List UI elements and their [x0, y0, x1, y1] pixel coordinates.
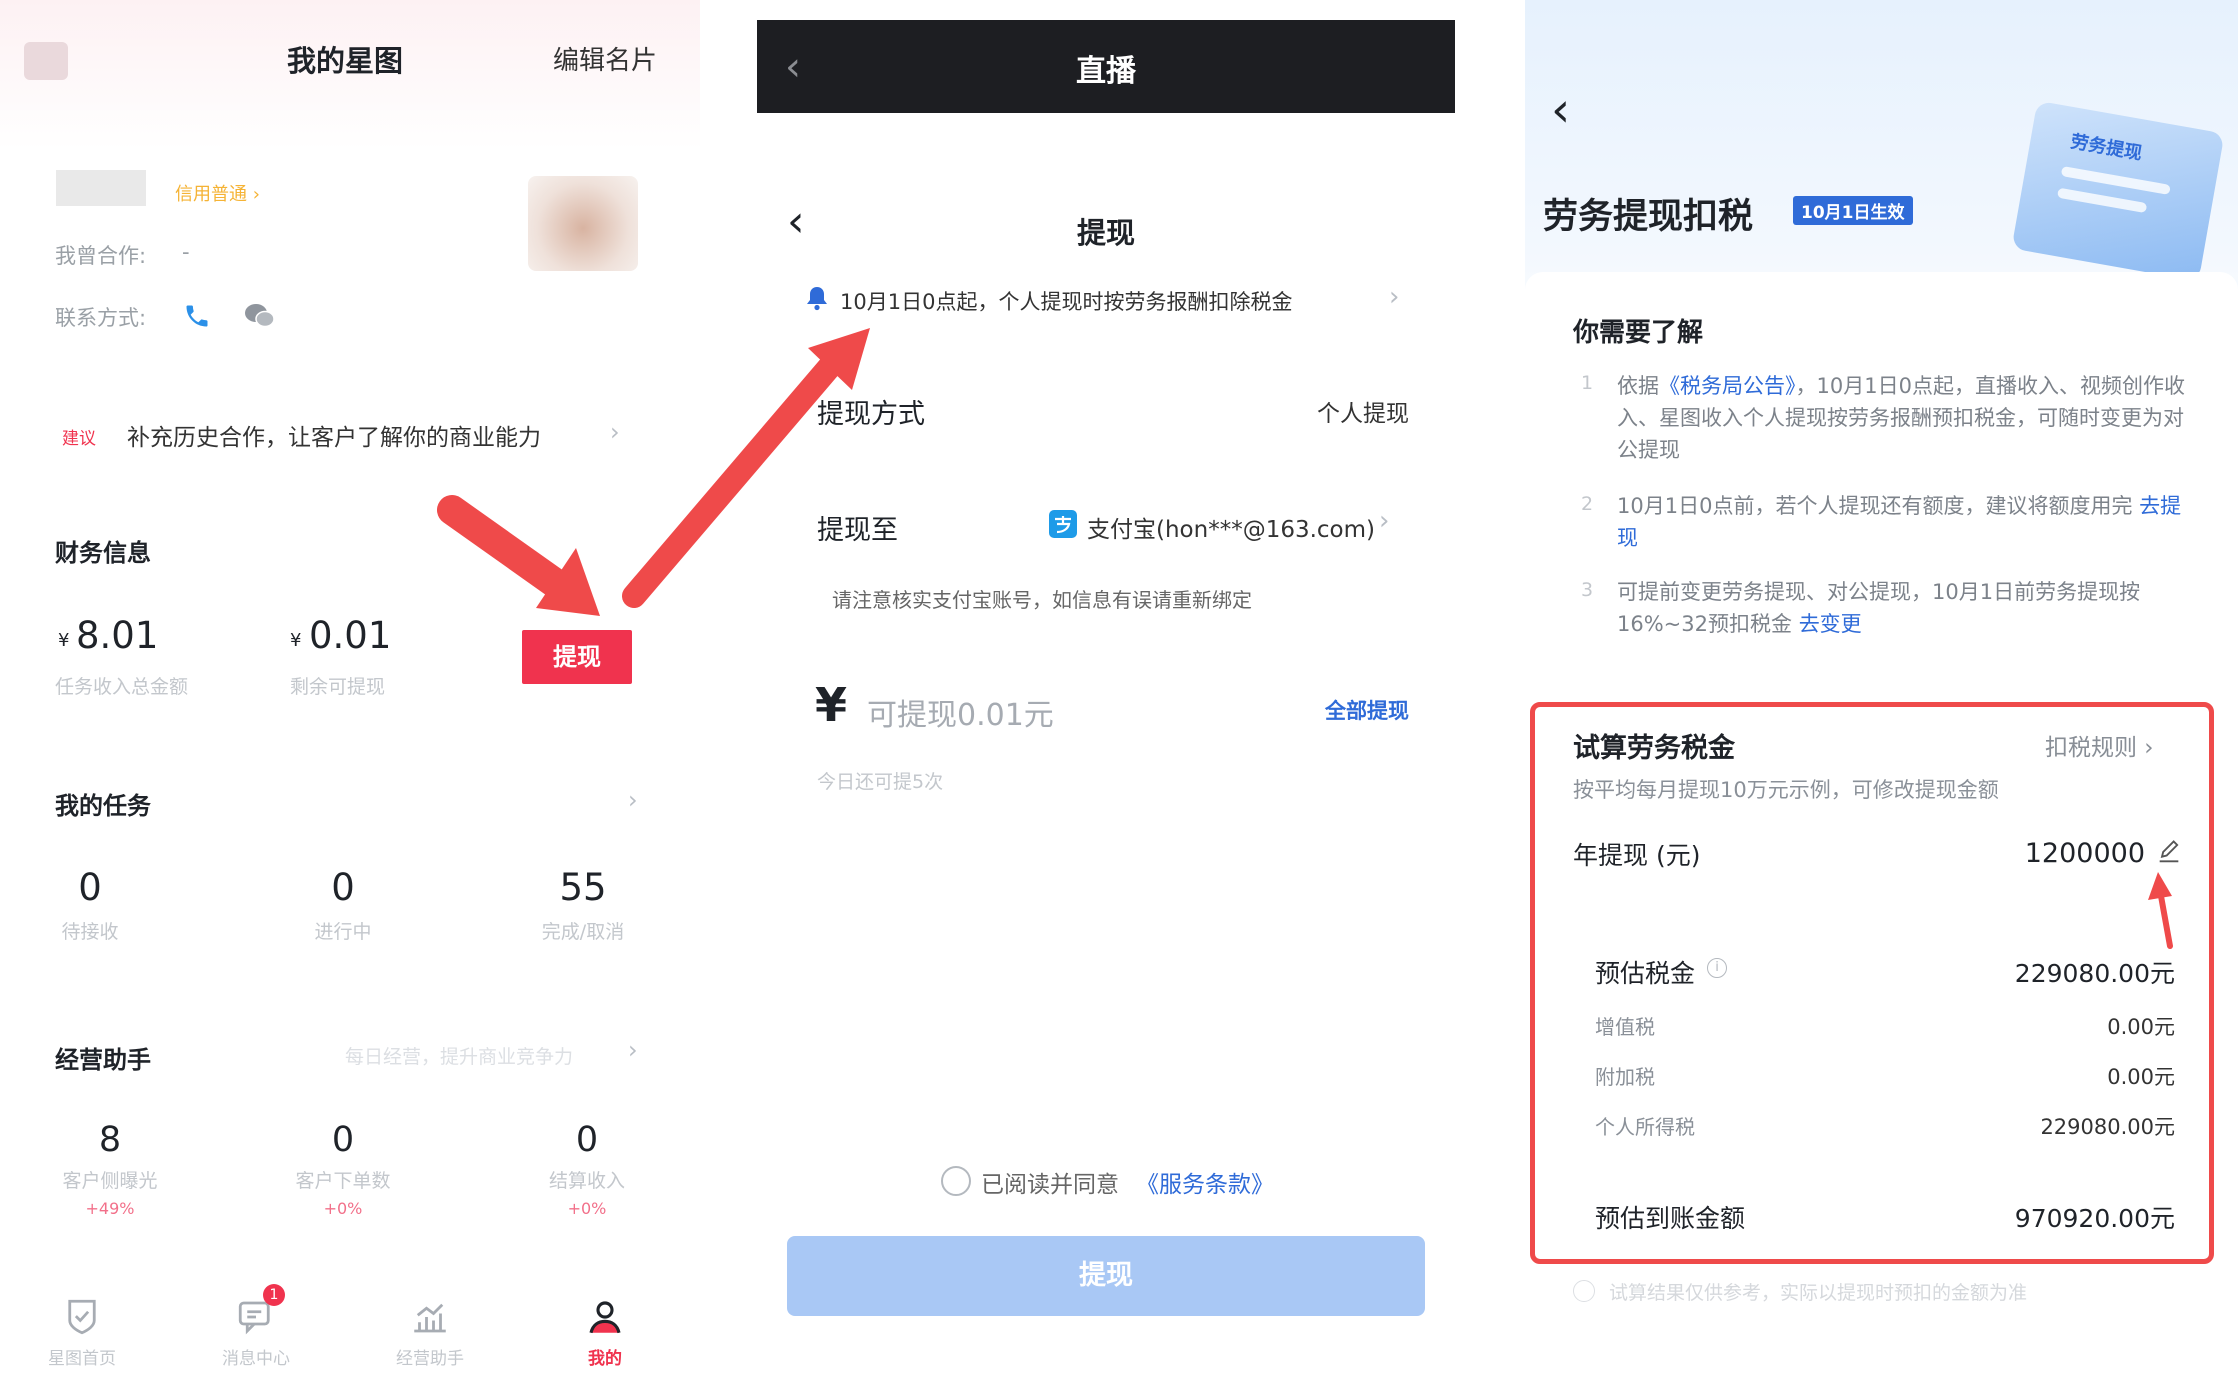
red-arrow-to-withdraw-page [622, 328, 870, 608]
annotation-overlay [437, 328, 2173, 949]
red-arrow-to-edit-icon [2148, 872, 2173, 949]
red-arrow-to-withdraw-button [437, 495, 600, 616]
